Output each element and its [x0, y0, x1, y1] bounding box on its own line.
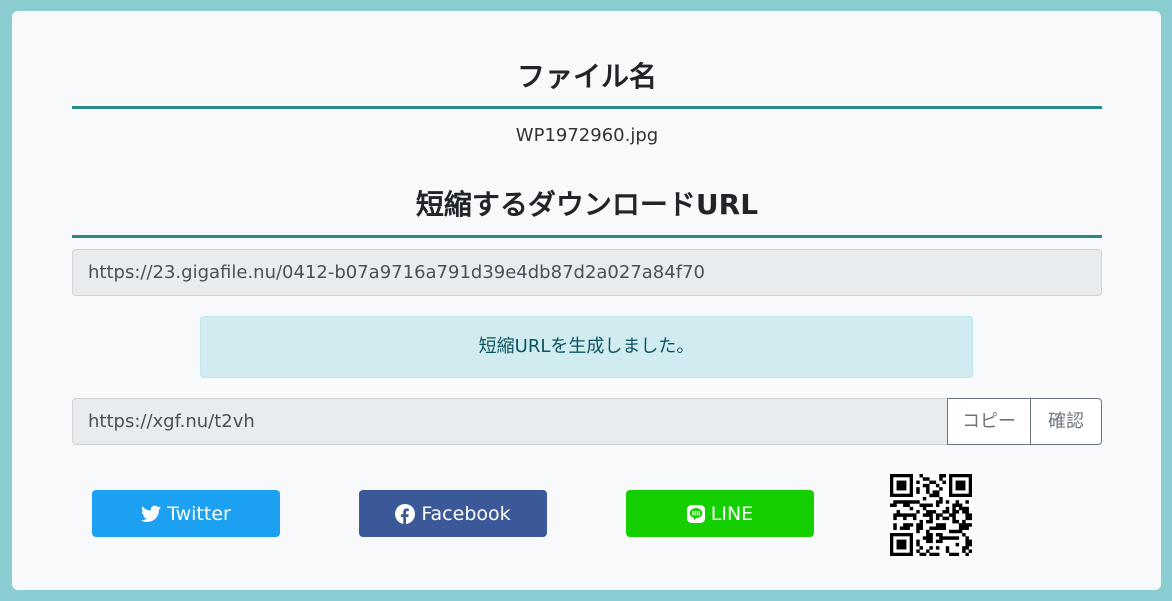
filename-text: WP1972960.jpg [515, 125, 659, 146]
copy-button[interactable]: コピー [947, 398, 1031, 445]
twitter-bird-icon [141, 505, 162, 523]
heading-divider [72, 235, 1102, 238]
filename-heading: ファイル名 [516, 60, 657, 93]
short-url-field[interactable]: https://xgf.nu/t2vh [72, 398, 948, 445]
success-alert: 短縮URLを生成しました。 [200, 316, 973, 378]
twitter-share-button[interactable]: Twitter [92, 490, 280, 537]
line-share-button[interactable]: LINE [626, 490, 814, 537]
line-label: LINE [710, 502, 754, 525]
download-url-field[interactable]: https://23.gigafile.nu/0412-b07a9716a791… [72, 249, 1102, 296]
url-heading: 短縮するダウンロードURL [415, 188, 759, 221]
facebook-share-button[interactable]: Facebook [359, 490, 547, 537]
check-button[interactable]: 確認 [1030, 398, 1102, 445]
qr-code-image [890, 474, 973, 557]
line-chat-icon [686, 504, 705, 523]
main-card: ファイル名 WP1972960.jpg 短縮するダウンロードURL https:… [12, 11, 1161, 590]
facebook-f-icon [395, 503, 416, 524]
facebook-label: Facebook [421, 502, 511, 525]
twitter-label: Twitter [167, 502, 231, 525]
heading-divider [72, 106, 1102, 109]
